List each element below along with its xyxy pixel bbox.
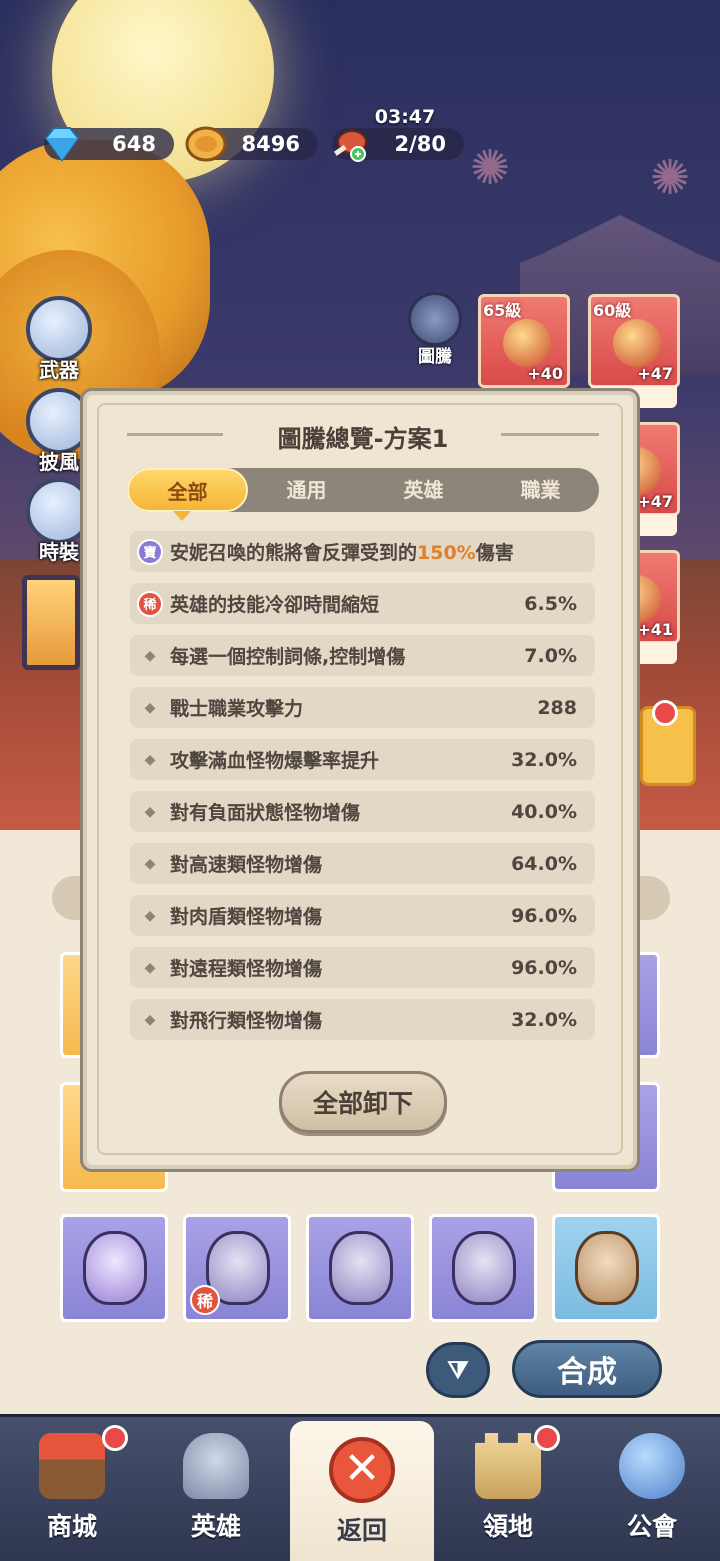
treasure-badge: 寶 [137,538,163,565]
tab-all[interactable]: 全部 [127,468,248,512]
diamond-bullet-icon: ◆ [144,855,156,872]
stat-value: 64.0% [511,852,577,875]
unload-all-button[interactable]: 全部卸下 [279,1071,447,1133]
modal-overlay: 圖騰總覽-方案1 全部 通用 英雄 職業 寶 安妮召喚的熊將會反彈受到的150%… [0,0,720,1561]
diamond-bullet-icon: ◆ [144,647,156,664]
stat-row: ◆ 對飛行類怪物增傷 32.0% [130,999,595,1040]
rare-badge: 稀 [137,590,163,617]
stat-value: 40.0% [511,800,577,823]
stat-row: ◆ 對肉盾類怪物增傷 96.0% [130,895,595,936]
tab-general[interactable]: 通用 [248,468,365,512]
stat-row: ◆ 對高速類怪物增傷 64.0% [130,843,595,884]
stat-value: 288 [537,696,577,719]
stat-value: 32.0% [511,1008,577,1031]
diamond-bullet-icon: ◆ [144,1011,156,1028]
diamond-bullet-icon: ◆ [144,699,156,716]
stat-text: 安妮召喚的熊將會反彈受到的150%傷害 [170,542,514,564]
stat-text: 攻擊滿血怪物爆擊率提升 [170,750,380,772]
stat-row: ◆ 攻擊滿血怪物爆擊率提升 32.0% [130,739,595,780]
diamond-bullet-icon: ◆ [144,959,156,976]
stat-text: 對遠程類怪物增傷 [170,958,323,980]
stat-row: ◆ 每選一個控制詞條,控制增傷 7.0% [130,635,595,676]
tab-pointer [173,511,191,521]
stat-text: 對有負面狀態怪物增傷 [170,802,361,824]
stat-row: ◆ 對遠程類怪物增傷 96.0% [130,947,595,988]
diamond-bullet-icon: ◆ [144,803,156,820]
stat-row: ◆ 戰士職業攻擊力 288 [130,687,595,728]
stat-value: 96.0% [511,904,577,927]
stat-text: 對肉盾類怪物增傷 [170,906,323,928]
stat-value: 32.0% [511,748,577,771]
stat-row: 稀 英雄的技能冷卻時間縮短 6.5% [130,583,595,624]
stat-row: 寶 安妮召喚的熊將會反彈受到的150%傷害 [130,531,595,572]
stat-value: 6.5% [524,592,577,615]
stat-text: 每選一個控制詞條,控制增傷 [170,646,406,668]
dialog-title: 圖騰總覽-方案1 [277,425,449,453]
tab-class[interactable]: 職業 [482,468,599,512]
diamond-bullet-icon: ◆ [144,907,156,924]
stat-value: 96.0% [511,956,577,979]
stat-text: 英雄的技能冷卻時間縮短 [170,594,380,616]
stat-row: ◆ 對有負面狀態怪物增傷 40.0% [130,791,595,832]
stat-value: 7.0% [524,644,577,667]
stat-highlight: 150% [417,542,476,564]
diamond-bullet-icon: ◆ [144,751,156,768]
stat-text: 對飛行類怪物增傷 [170,1010,323,1032]
filter-tabs: 全部 通用 英雄 職業 [127,468,599,512]
stat-text: 戰士職業攻擊力 [170,698,304,720]
stat-text: 對高速類怪物增傷 [170,854,323,876]
tab-hero[interactable]: 英雄 [365,468,482,512]
totem-overview-dialog: 圖騰總覽-方案1 全部 通用 英雄 職業 寶 安妮召喚的熊將會反彈受到的150%… [80,388,640,1172]
